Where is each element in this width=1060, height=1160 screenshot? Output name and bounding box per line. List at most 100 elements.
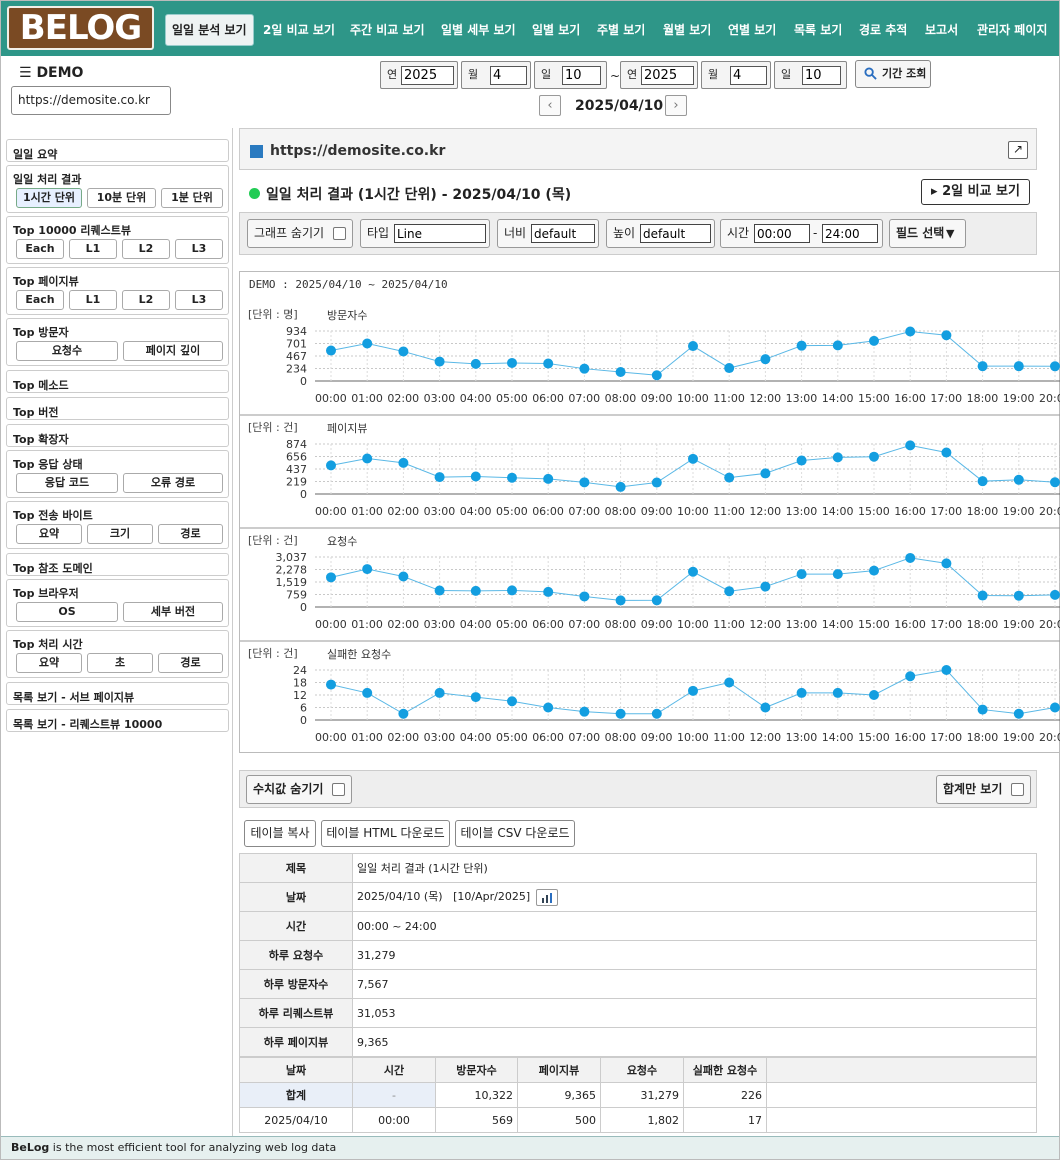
bytes-size-button[interactable]: 크기 [87,524,153,544]
sidebar-list-sub-pageview[interactable]: 목록 보기 - 서브 페이지뷰 [6,682,229,705]
external-link-button[interactable]: ↗ [1008,141,1028,159]
data-point[interactable] [362,453,373,464]
chart-icon-button[interactable] [536,888,559,906]
data-point[interactable] [1013,708,1024,719]
field-select-button[interactable]: 필드 선택 ▼ [889,219,966,248]
time-path-button[interactable]: 경로 [158,653,223,673]
time-seconds-button[interactable]: 초 [87,653,153,673]
pageview-l1-button[interactable]: L1 [69,290,117,310]
time-from-input[interactable] [754,224,810,243]
requestview-l2-button[interactable]: L2 [122,239,170,259]
width-input[interactable] [531,224,595,243]
data-point[interactable] [434,472,445,483]
status-code-button[interactable]: 응답 코드 [16,473,118,493]
data-point[interactable] [326,572,336,583]
type-input[interactable] [394,224,486,243]
from-year-input[interactable] [401,66,454,85]
unit-1hour-button[interactable]: 1시간 단위 [16,188,82,208]
data-point[interactable] [651,595,662,606]
tab-list[interactable]: 목록 보기 [794,15,842,45]
data-point[interactable] [905,440,916,451]
belog-logo[interactable]: BELOG [7,6,154,50]
requestview-l3-button[interactable]: L3 [175,239,223,259]
data-point[interactable] [1013,474,1024,485]
data-point[interactable] [796,569,807,580]
sidebar-top-extension[interactable]: Top 확장자 [6,424,229,447]
data-point[interactable] [398,708,409,719]
data-point[interactable] [724,677,735,688]
data-point[interactable] [832,452,843,463]
data-point[interactable] [977,704,988,715]
data-point[interactable] [579,591,590,602]
data-point[interactable] [470,692,481,703]
data-point[interactable] [434,356,445,367]
two-day-compare-button[interactable]: ▸ 2일 비교 보기 [921,179,1030,205]
sum-only-toggle[interactable]: 합계만 보기 [936,775,1031,804]
data-point[interactable] [398,571,409,582]
tab-two-day-compare[interactable]: 2일 비교 보기 [263,15,335,45]
data-point[interactable] [977,361,988,372]
bytes-summary-button[interactable]: 요약 [16,524,82,544]
data-point[interactable] [760,581,771,592]
data-point[interactable] [579,706,590,717]
data-point[interactable] [760,468,771,479]
data-point[interactable] [688,566,698,577]
data-point[interactable] [977,590,988,601]
hide-graph-toggle[interactable]: 그래프 숨기기 [247,219,353,248]
data-point[interactable] [796,340,807,351]
prev-day-button[interactable]: ‹ [539,95,561,116]
data-point[interactable] [507,472,517,483]
requestview-l1-button[interactable]: L1 [69,239,117,259]
table-html-download-button[interactable]: 테이블 HTML 다운로드 [321,820,450,847]
data-point[interactable] [977,476,988,487]
data-point[interactable] [1050,702,1060,713]
data-point[interactable] [543,702,554,713]
to-year-input[interactable] [641,66,694,85]
data-point[interactable] [796,455,807,466]
data-point[interactable] [326,460,336,471]
data-point[interactable] [615,367,626,378]
tab-yearly[interactable]: 연별 보기 [728,15,776,45]
tab-monthly[interactable]: 월별 보기 [663,15,711,45]
data-point[interactable] [470,358,481,369]
copy-table-button[interactable]: 테이블 복사 [244,820,316,847]
data-point[interactable] [724,586,735,597]
data-point[interactable] [941,558,952,569]
data-point[interactable] [362,687,373,698]
data-point[interactable] [832,569,843,580]
tab-weekly[interactable]: 주별 보기 [597,15,645,45]
bytes-path-button[interactable]: 경로 [158,524,223,544]
sidebar-list-requestview[interactable]: 목록 보기 - 리퀘스트뷰 10000 [6,709,229,732]
data-point[interactable] [688,341,698,352]
tab-path-trace[interactable]: 경로 추적 [859,15,907,45]
visitor-requests-button[interactable]: 요청수 [16,341,118,361]
data-point[interactable] [905,326,916,337]
data-point[interactable] [688,685,698,696]
data-point[interactable] [941,665,952,675]
data-point[interactable] [326,345,336,356]
data-point[interactable] [869,335,879,346]
hide-values-checkbox[interactable] [332,783,345,796]
data-point[interactable] [579,363,590,374]
hide-values-toggle[interactable]: 수치값 숨기기 [246,775,352,804]
data-point[interactable] [724,363,735,374]
time-to-input[interactable] [822,224,878,243]
tab-daily-detail[interactable]: 일별 세부 보기 [441,15,516,45]
unit-1min-button[interactable]: 1분 단위 [161,188,223,208]
from-day-input[interactable] [562,66,601,85]
pageview-l3-button[interactable]: L3 [175,290,223,310]
data-point[interactable] [796,687,807,698]
data-point[interactable] [362,564,373,575]
data-point[interactable] [507,585,517,596]
data-point[interactable] [869,690,879,700]
from-month-input[interactable] [490,66,527,85]
data-point[interactable] [651,370,662,381]
data-point[interactable] [905,552,916,563]
data-point[interactable] [760,702,771,713]
hide-graph-checkbox[interactable] [333,227,346,240]
data-point[interactable] [832,340,843,351]
sidebar-top-method[interactable]: Top 메소드 [6,370,229,393]
data-point[interactable] [615,595,626,606]
demo-title[interactable]: ☰ DEMO [19,65,83,81]
data-point[interactable] [941,330,952,341]
